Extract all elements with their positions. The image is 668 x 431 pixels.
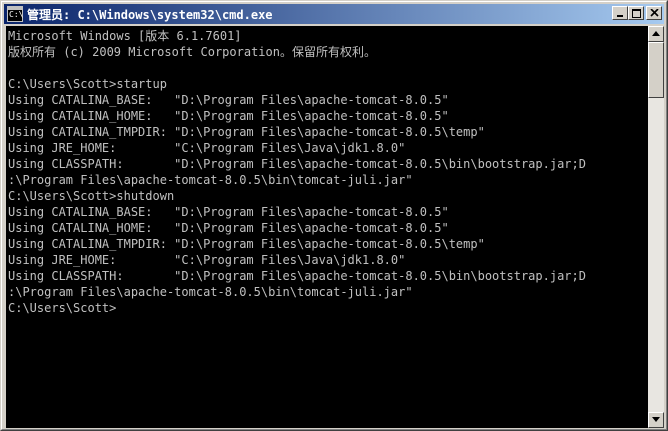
window-frame: C:\ 管理员: C:\Windows\system32\cmd.exe Mic… xyxy=(1,1,667,430)
console-text: Microsoft Windows [版本 6.1.7601] 版权所有 (c) … xyxy=(8,28,586,316)
title-bar[interactable]: C:\ 管理员: C:\Windows\system32\cmd.exe xyxy=(4,4,664,24)
vertical-scrollbar[interactable] xyxy=(648,26,664,428)
window-title: 管理员: C:\Windows\system32\cmd.exe xyxy=(27,7,273,22)
cmd-window: C:\ 管理员: C:\Windows\system32\cmd.exe Mic… xyxy=(0,0,668,431)
maximize-icon xyxy=(632,9,641,18)
console-line: C:\Users\Scott>shutdown xyxy=(8,189,175,203)
console-line: Using JRE_HOME: "C:\Program Files\Java\j… xyxy=(8,253,406,267)
minimize-icon xyxy=(617,15,623,17)
arrow-down-icon xyxy=(652,417,660,422)
console-line: Using CATALINA_BASE: "D:\Program Files\a… xyxy=(8,93,449,107)
arrow-up-icon xyxy=(652,31,660,36)
scroll-down-button[interactable] xyxy=(648,412,664,428)
console-line: Using CATALINA_TMPDIR: "D:\Program Files… xyxy=(8,237,485,251)
cmd-icon[interactable]: C:\ xyxy=(7,6,23,22)
console-line: C:\Users\Scott> xyxy=(8,301,117,315)
console-line: Microsoft Windows [版本 6.1.7601] xyxy=(8,29,242,43)
console-line: :\Program Files\apache-tomcat-8.0.5\bin\… xyxy=(8,285,413,299)
close-button[interactable] xyxy=(646,6,662,20)
scroll-thumb[interactable] xyxy=(648,42,664,98)
console-line: 版权所有 (c) 2009 Microsoft Corporation。保留所有… xyxy=(8,45,376,59)
maximize-button[interactable] xyxy=(628,6,644,20)
console-line: Using CATALINA_BASE: "D:\Program Files\a… xyxy=(8,205,449,219)
console-line: Using CLASSPATH: "D:\Program Files\apach… xyxy=(8,157,586,171)
console-line: Using CATALINA_TMPDIR: "D:\Program Files… xyxy=(8,125,485,139)
console-line: Using CATALINA_HOME: "D:\Program Files\a… xyxy=(8,109,449,123)
console-line: Using JRE_HOME: "C:\Program Files\Java\j… xyxy=(8,141,406,155)
console-line: C:\Users\Scott>startup xyxy=(8,77,167,91)
scroll-up-button[interactable] xyxy=(648,26,664,42)
console-line: Using CATALINA_HOME: "D:\Program Files\a… xyxy=(8,221,449,235)
console-line: Using CLASSPATH: "D:\Program Files\apach… xyxy=(8,269,586,283)
window-controls xyxy=(612,6,662,20)
cmd-icon-label: C:\ xyxy=(9,10,24,19)
console-line: :\Program Files\apache-tomcat-8.0.5\bin\… xyxy=(8,173,413,187)
console-output[interactable]: Microsoft Windows [版本 6.1.7601] 版权所有 (c) … xyxy=(6,26,648,428)
minimize-button[interactable] xyxy=(612,6,628,20)
close-icon xyxy=(650,9,659,17)
